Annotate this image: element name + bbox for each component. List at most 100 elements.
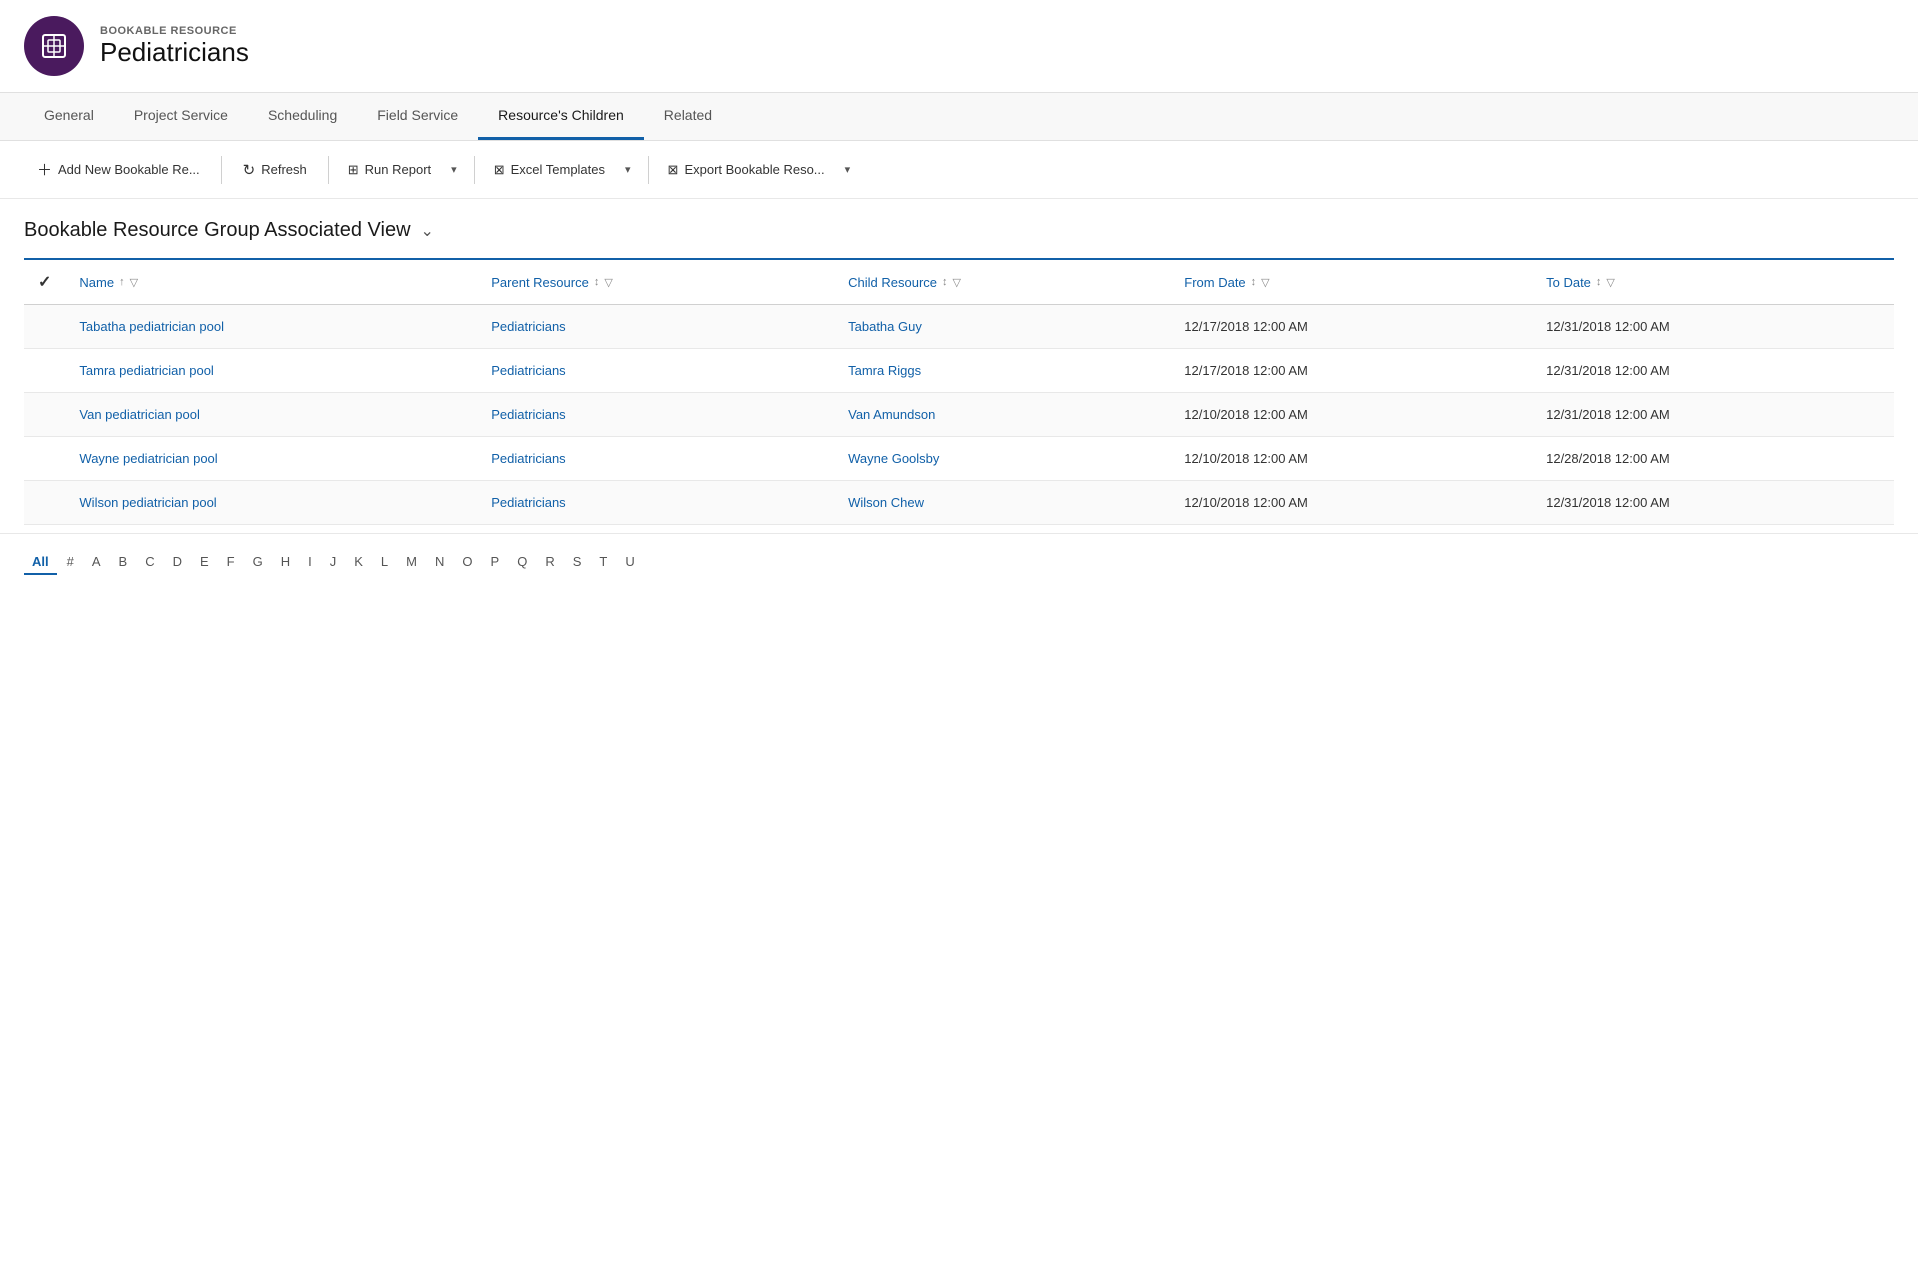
row-name[interactable]: Van pediatrician pool xyxy=(65,393,477,437)
checkmark-icon: ✓ xyxy=(38,274,51,291)
alpha-nav-item-o[interactable]: O xyxy=(454,550,480,575)
run-report-dropdown[interactable]: ▾ xyxy=(442,155,466,184)
run-report-icon: ⊞ xyxy=(348,162,359,178)
row-child-resource[interactable]: Wilson Chew xyxy=(834,481,1170,525)
alpha-nav-item-p[interactable]: P xyxy=(483,550,508,575)
export-split-button: ⊠ Export Bookable Reso... ▾ xyxy=(657,154,860,186)
alpha-nav-item-q[interactable]: Q xyxy=(509,550,535,575)
row-child-resource[interactable]: Tabatha Guy xyxy=(834,305,1170,349)
alpha-nav-item-a[interactable]: A xyxy=(84,550,109,575)
row-child-resource[interactable]: Van Amundson xyxy=(834,393,1170,437)
alpha-nav-item-j[interactable]: J xyxy=(322,550,345,575)
tab-resources-children[interactable]: Resource's Children xyxy=(478,93,644,140)
row-name[interactable]: Tamra pediatrician pool xyxy=(65,349,477,393)
row-from-date: 12/10/2018 12:00 AM xyxy=(1170,437,1532,481)
alpha-nav-item-t[interactable]: T xyxy=(591,550,615,575)
from-date-sort-icon[interactable]: ↕ xyxy=(1251,276,1257,288)
alpha-nav-item-g[interactable]: G xyxy=(245,550,271,575)
run-report-button[interactable]: ⊞ Run Report xyxy=(337,154,442,186)
row-name[interactable]: Wayne pediatrician pool xyxy=(65,437,477,481)
alpha-nav-item-n[interactable]: N xyxy=(427,550,452,575)
row-parent-resource[interactable]: Pediatricians xyxy=(477,349,834,393)
parent-filter-icon[interactable]: ▽ xyxy=(604,276,612,289)
alpha-nav-item-f[interactable]: F xyxy=(219,550,243,575)
app-title-group: BOOKABLE RESOURCE Pediatricians xyxy=(100,25,249,68)
view-title-chevron[interactable]: ⌄ xyxy=(421,221,434,241)
alpha-nav-item-c[interactable]: C xyxy=(137,550,162,575)
app-logo xyxy=(24,16,84,76)
row-child-resource[interactable]: Tamra Riggs xyxy=(834,349,1170,393)
alpha-nav-item-b[interactable]: B xyxy=(111,550,136,575)
alpha-nav-item-h[interactable]: H xyxy=(273,550,298,575)
col-name: Name ↑ ▽ xyxy=(65,259,477,305)
alpha-nav-item-all[interactable]: All xyxy=(24,550,57,575)
export-label: Export Bookable Reso... xyxy=(684,162,824,177)
app-header: BOOKABLE RESOURCE Pediatricians xyxy=(0,0,1918,93)
alpha-nav-item-i[interactable]: I xyxy=(300,550,320,575)
row-name[interactable]: Tabatha pediatrician pool xyxy=(65,305,477,349)
table-row: Tamra pediatrician pool Pediatricians Ta… xyxy=(24,349,1894,393)
alpha-nav-item-l[interactable]: L xyxy=(373,550,396,575)
row-checkbox[interactable] xyxy=(24,481,65,525)
row-checkbox[interactable] xyxy=(24,349,65,393)
excel-templates-button[interactable]: ⊠ Excel Templates xyxy=(483,154,616,186)
col-to-date: To Date ↕ ▽ xyxy=(1532,259,1894,305)
export-button[interactable]: ⊠ Export Bookable Reso... xyxy=(657,154,836,186)
row-to-date: 12/28/2018 12:00 AM xyxy=(1532,437,1894,481)
add-new-button[interactable]: ＋ Add New Bookable Re... xyxy=(24,151,213,188)
row-name[interactable]: Wilson pediatrician pool xyxy=(65,481,477,525)
row-checkbox[interactable] xyxy=(24,437,65,481)
alpha-nav-item-r[interactable]: R xyxy=(537,550,562,575)
table-wrapper: ✓ Name ↑ ▽ Parent Resource ↕ ▽ xyxy=(0,258,1918,525)
parent-sort-icon[interactable]: ↕ xyxy=(594,276,600,288)
table-row: Wilson pediatrician pool Pediatricians W… xyxy=(24,481,1894,525)
export-dropdown[interactable]: ▾ xyxy=(836,155,860,184)
row-child-resource[interactable]: Wayne Goolsby xyxy=(834,437,1170,481)
col-name-label: Name xyxy=(79,275,114,290)
to-date-sort-icon[interactable]: ↕ xyxy=(1596,276,1602,288)
toolbar-separator-1 xyxy=(221,156,222,184)
tab-field-service[interactable]: Field Service xyxy=(357,93,478,140)
row-parent-resource[interactable]: Pediatricians xyxy=(477,305,834,349)
alpha-nav-item-m[interactable]: M xyxy=(398,550,425,575)
row-parent-resource[interactable]: Pediatricians xyxy=(477,481,834,525)
child-sort-icon[interactable]: ↕ xyxy=(942,276,948,288)
row-checkbox[interactable] xyxy=(24,393,65,437)
col-parent-resource-label: Parent Resource xyxy=(491,275,589,290)
name-filter-icon[interactable]: ▽ xyxy=(130,276,138,289)
from-date-filter-icon[interactable]: ▽ xyxy=(1261,276,1269,289)
to-date-filter-icon[interactable]: ▽ xyxy=(1606,276,1614,289)
select-all-header[interactable]: ✓ xyxy=(24,259,65,305)
excel-templates-label: Excel Templates xyxy=(511,162,605,177)
child-filter-icon[interactable]: ▽ xyxy=(953,276,961,289)
tab-general[interactable]: General xyxy=(24,93,114,140)
alpha-nav-item-s[interactable]: S xyxy=(565,550,590,575)
name-sort-icon[interactable]: ↑ xyxy=(119,276,125,288)
refresh-button[interactable]: ↻ Refresh xyxy=(230,153,320,187)
alpha-nav-item-e[interactable]: E xyxy=(192,550,217,575)
excel-templates-dropdown[interactable]: ▾ xyxy=(616,155,640,184)
alpha-nav-item-hash[interactable]: # xyxy=(59,550,82,575)
row-to-date: 12/31/2018 12:00 AM xyxy=(1532,349,1894,393)
excel-icon: ⊠ xyxy=(494,162,505,178)
row-to-date: 12/31/2018 12:00 AM xyxy=(1532,305,1894,349)
row-to-date: 12/31/2018 12:00 AM xyxy=(1532,481,1894,525)
tab-scheduling[interactable]: Scheduling xyxy=(248,93,357,140)
alpha-nav-item-d[interactable]: D xyxy=(165,550,190,575)
col-from-date: From Date ↕ ▽ xyxy=(1170,259,1532,305)
col-to-date-label: To Date xyxy=(1546,275,1591,290)
refresh-icon: ↻ xyxy=(243,161,256,179)
run-report-label: Run Report xyxy=(365,162,431,177)
row-parent-resource[interactable]: Pediatricians xyxy=(477,393,834,437)
table-row: Wayne pediatrician pool Pediatricians Wa… xyxy=(24,437,1894,481)
row-from-date: 12/10/2018 12:00 AM xyxy=(1170,481,1532,525)
toolbar-separator-2 xyxy=(328,156,329,184)
tab-related[interactable]: Related xyxy=(644,93,732,140)
alpha-nav: All#ABCDEFGHIJKLMNOPQRSTU xyxy=(0,533,1918,591)
alpha-nav-item-u[interactable]: U xyxy=(617,550,642,575)
alpha-nav-item-k[interactable]: K xyxy=(346,550,371,575)
view-title: Bookable Resource Group Associated View xyxy=(24,219,411,242)
row-parent-resource[interactable]: Pediatricians xyxy=(477,437,834,481)
tab-project-service[interactable]: Project Service xyxy=(114,93,248,140)
row-checkbox[interactable] xyxy=(24,305,65,349)
